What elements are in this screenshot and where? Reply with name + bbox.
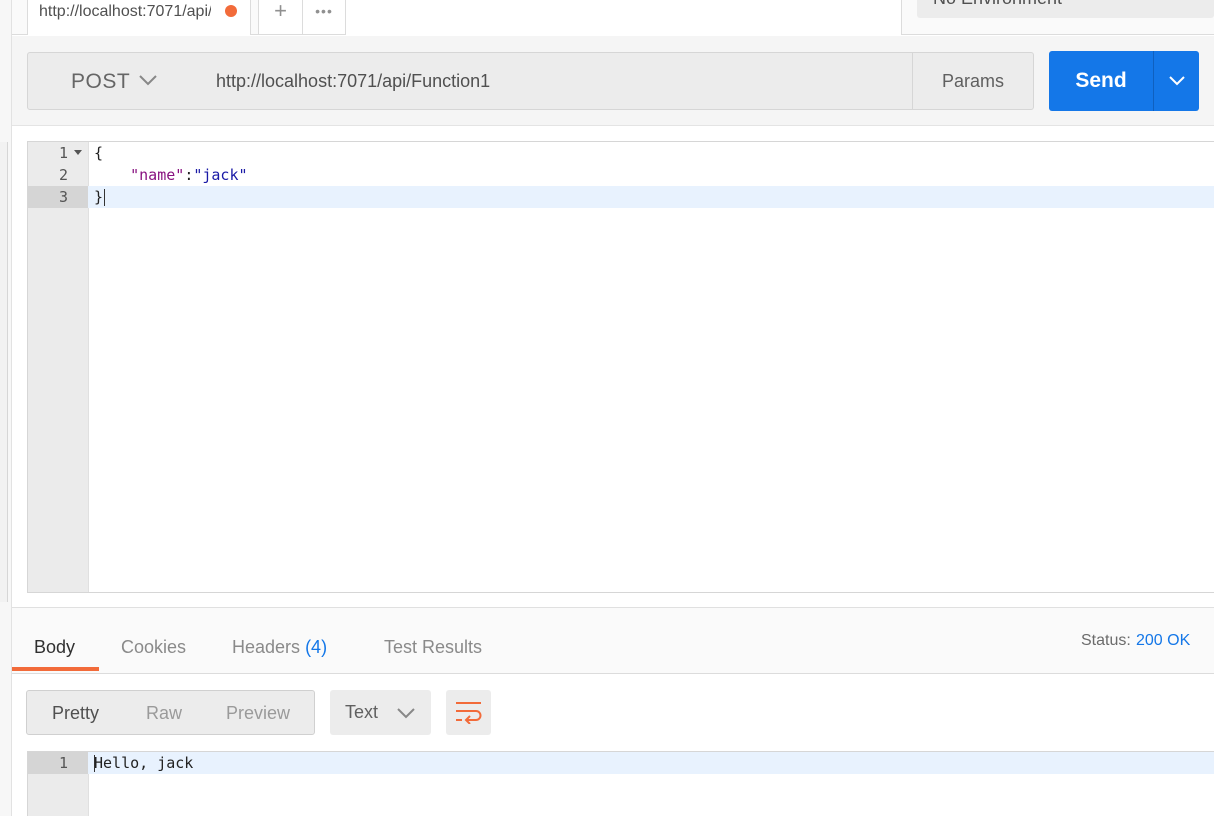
json-key: "name" — [130, 166, 185, 184]
tab-cookies[interactable]: Cookies — [121, 637, 186, 658]
line-number: 1 — [58, 754, 68, 772]
active-line-highlight — [88, 752, 1214, 774]
response-text: Hello, jack — [94, 754, 194, 772]
chevron-down-icon — [1169, 76, 1185, 86]
active-tab-indicator — [12, 667, 99, 671]
method-label: POST — [71, 70, 131, 93]
fold-arrow-icon[interactable] — [74, 150, 82, 155]
format-pretty-button[interactable]: Pretty — [52, 703, 99, 724]
wrap-lines-icon — [456, 702, 482, 724]
response-type-select[interactable]: Text — [330, 690, 431, 735]
headers-count-badge: (4) — [305, 637, 328, 657]
status-value: 200 OK — [1136, 632, 1191, 649]
line-number: 3 — [58, 188, 68, 206]
send-button[interactable]: Send — [1049, 51, 1153, 111]
code-line: { — [94, 144, 104, 162]
format-toggle-group: Pretty Raw Preview — [26, 690, 315, 735]
code-line: "name":"jack" — [94, 164, 248, 186]
active-line-highlight — [88, 186, 1214, 208]
tab-bar-empty-space — [346, 0, 902, 35]
environment-select[interactable]: No Environment — [917, 0, 1214, 18]
tab-body[interactable]: Body — [34, 637, 75, 658]
request-tab-label: http://localhost:7071/api/Function1 — [39, 3, 211, 20]
params-button[interactable]: Params — [912, 52, 1034, 110]
line-gutter — [28, 142, 89, 592]
wrap-lines-button[interactable] — [446, 690, 491, 735]
more-tabs-button[interactable]: ••• — [303, 0, 346, 35]
line-number: 1 — [58, 144, 68, 162]
sidebar-edge — [0, 0, 12, 816]
tab-test-results[interactable]: Test Results — [384, 637, 482, 658]
format-raw-button[interactable]: Raw — [146, 703, 182, 724]
response-type-label: Text — [345, 702, 379, 722]
send-options-button[interactable] — [1153, 51, 1199, 111]
line-number: 2 — [58, 166, 68, 184]
chevron-down-icon — [397, 708, 415, 719]
new-tab-button[interactable]: + — [258, 0, 303, 35]
url-input[interactable]: http://localhost:7071/api/Function1 — [201, 52, 913, 110]
request-tab[interactable]: http://localhost:7071/api/Function1 — [27, 0, 251, 35]
tab-headers-label: Headers — [232, 637, 301, 657]
environment-label: No Environment — [933, 0, 1062, 8]
unsaved-indicator — [225, 5, 237, 17]
request-body-editor[interactable]: 1 2 3 { "name":"jack" } — [27, 141, 1214, 593]
status-label: Status: — [1081, 632, 1131, 649]
response-tabs-bar — [12, 608, 1214, 674]
send-label: Send — [1075, 69, 1127, 92]
text-cursor — [94, 755, 95, 772]
tab-headers[interactable]: Headers (4) — [232, 637, 327, 658]
more-icon: ••• — [315, 3, 333, 19]
text-cursor — [104, 189, 105, 206]
params-label: Params — [941, 71, 1004, 91]
code-line: } — [94, 188, 104, 206]
plus-icon: + — [274, 0, 287, 23]
format-preview-button[interactable]: Preview — [226, 703, 290, 724]
url-text: http://localhost:7071/api/Function1 — [216, 71, 491, 91]
response-body-viewer[interactable]: 1 Hello, jack — [27, 751, 1214, 816]
json-colon: : — [184, 166, 194, 184]
method-select[interactable]: POST — [27, 52, 202, 110]
json-value: "jack" — [193, 166, 248, 184]
chevron-down-icon — [139, 75, 157, 86]
